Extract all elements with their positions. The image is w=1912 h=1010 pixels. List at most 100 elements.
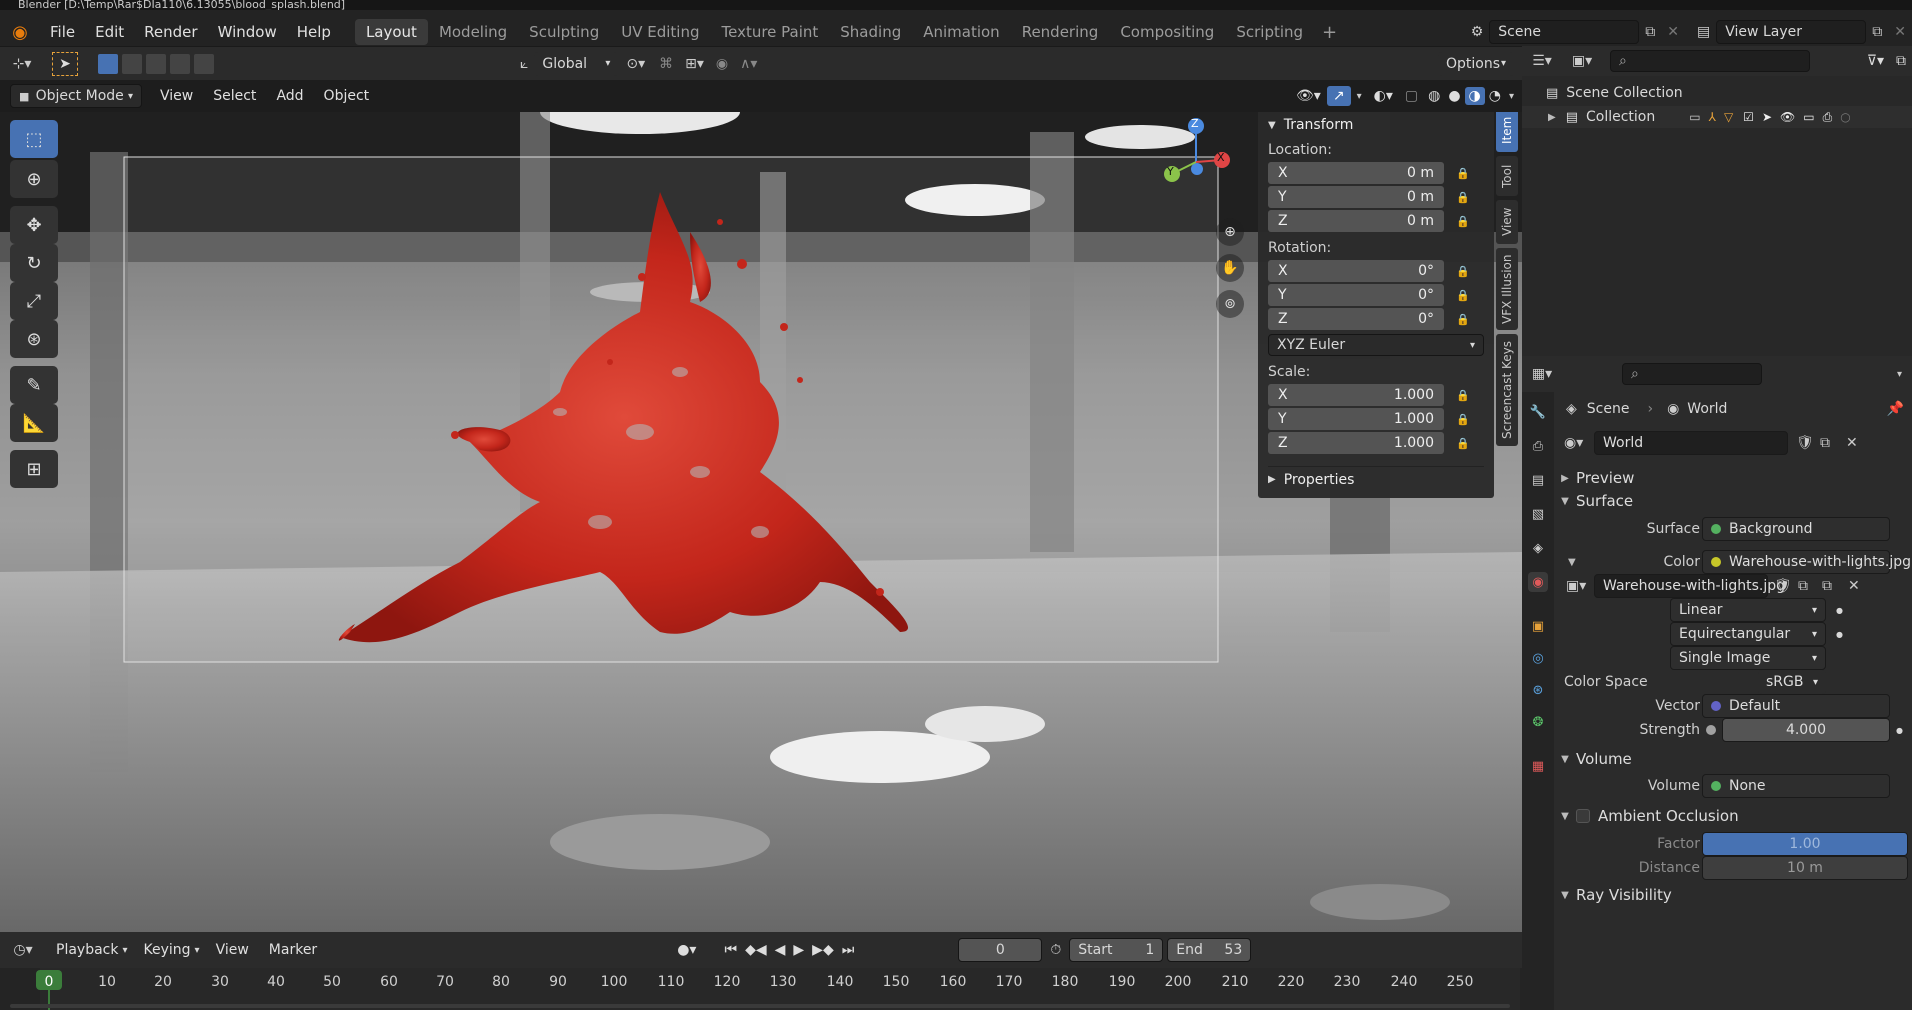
pivot-icon[interactable]: ⊙▾: [618, 56, 653, 72]
zoom-icon[interactable]: ⊕: [1216, 218, 1244, 246]
strength-field[interactable]: 4.000: [1722, 718, 1890, 742]
viewport-menu-select[interactable]: Select: [203, 88, 266, 104]
section-ambient-occlusion[interactable]: ▼ Ambient Occlusion: [1554, 803, 1912, 829]
proportional-edit-icon[interactable]: ◉: [710, 56, 734, 72]
display-mode-icon[interactable]: ▣▾: [1562, 53, 1602, 69]
fake-user-icon[interactable]: 🛡: [1774, 578, 1792, 594]
rotation-y-field[interactable]: Y 0°: [1268, 284, 1444, 306]
tool-tab-icon[interactable]: 🔧: [1528, 402, 1548, 422]
view-layer-selector[interactable]: View Layer: [1716, 20, 1867, 44]
tab-rendering[interactable]: Rendering: [1011, 19, 1110, 45]
properties-editor-icon[interactable]: ▦▾: [1522, 366, 1562, 382]
timeline-menu-view[interactable]: View: [206, 942, 259, 958]
vector-field[interactable]: Default: [1702, 694, 1890, 718]
transform-tool[interactable]: ⊛: [10, 320, 58, 358]
xray-icon[interactable]: ▢: [1399, 88, 1424, 104]
menu-help[interactable]: Help: [287, 23, 341, 41]
properties-panel-header[interactable]: ▶ Properties: [1268, 466, 1484, 488]
timeline[interactable]: 0 10 20 30 40 50 60 70 80 90 100 110 120…: [0, 968, 1522, 1010]
shading-wireframe-icon[interactable]: ◍: [1424, 88, 1444, 104]
ao-checkbox[interactable]: [1576, 809, 1590, 823]
world-tab-icon[interactable]: ◉: [1528, 572, 1548, 592]
duplicate-icon[interactable]: ⧉: [1820, 435, 1830, 451]
new-view-layer-icon[interactable]: ⧉: [1866, 24, 1888, 40]
outliner-row-collection[interactable]: ▶ ▤ Collection ▭ ⅄ ▽ ☑ ➤ 👁 ▭ ⎙ ○: [1522, 106, 1912, 128]
new-scene-icon[interactable]: ⧉: [1639, 24, 1661, 40]
surface-field[interactable]: Background: [1702, 517, 1890, 541]
viewport-menu-object[interactable]: Object: [314, 88, 380, 104]
select-mode-subtract-icon[interactable]: [146, 53, 166, 74]
volume-field[interactable]: None: [1702, 774, 1890, 798]
render-toggle-icon[interactable]: ⎙: [1823, 110, 1833, 125]
select-mode-intersect-icon[interactable]: [194, 53, 214, 74]
add-workspace-icon[interactable]: +: [1314, 22, 1345, 43]
lock-icon[interactable]: 🔒: [1456, 388, 1470, 402]
tab-item[interactable]: Item: [1496, 112, 1518, 152]
3d-viewport[interactable]: Z Y X ⊕ ✋ ⊚ ⬚ ⊕ ✥ ↻ ⤢ ⊛ ✎ 📐 ⊞ ▼ Transfor…: [0, 112, 1522, 932]
tab-modeling[interactable]: Modeling: [428, 19, 518, 45]
lock-icon[interactable]: 🔒: [1456, 264, 1470, 278]
source-dropdown[interactable]: Single Image ▾: [1670, 646, 1826, 670]
lock-icon[interactable]: 🔒: [1456, 412, 1470, 426]
timeline-menu-playback[interactable]: Playback: [46, 942, 128, 958]
tab-vfx-illusion[interactable]: VFX Illusion: [1496, 248, 1518, 330]
menu-render[interactable]: Render: [134, 23, 207, 41]
keyframe-dot-icon[interactable]: ●: [1836, 630, 1843, 639]
gizmo-dropdown-icon[interactable]: ▾: [1351, 91, 1368, 102]
tab-layout[interactable]: Layout: [354, 19, 428, 45]
tab-scripting[interactable]: Scripting: [1225, 19, 1314, 45]
world-browse-icon[interactable]: ◉▾: [1564, 435, 1583, 451]
unlink-icon[interactable]: ✕: [1848, 578, 1860, 594]
transform-orientation-dropdown[interactable]: Global ▾: [534, 51, 619, 76]
ao-distance-field[interactable]: 10 m: [1702, 856, 1908, 880]
select-mode-extend-icon[interactable]: [122, 53, 142, 74]
jump-keyframe-forward-icon[interactable]: ▶◆: [808, 942, 838, 958]
tab-sculpting[interactable]: Sculpting: [518, 19, 610, 45]
unlink-icon[interactable]: ✕: [1846, 435, 1858, 451]
view-layer-tab-icon[interactable]: ▧: [1528, 504, 1548, 524]
pan-hand-icon[interactable]: ✋: [1216, 254, 1244, 282]
visibility-icon[interactable]: 👁▾: [1290, 88, 1327, 104]
particles-tab-icon[interactable]: ⊛: [1528, 680, 1548, 700]
visibility-eye-icon[interactable]: 👁: [1780, 110, 1795, 124]
annotate-tool[interactable]: ✎: [10, 366, 58, 404]
include-checkbox-icon[interactable]: ☑: [1743, 110, 1754, 124]
rotation-z-field[interactable]: Z 0°: [1268, 308, 1444, 330]
lock-icon[interactable]: 🔒: [1456, 214, 1470, 228]
stopwatch-icon[interactable]: ⏱: [1042, 942, 1069, 958]
scene-tab-icon[interactable]: ◈: [1528, 538, 1548, 558]
blender-logo-icon[interactable]: ◉: [0, 22, 40, 43]
tab-uv-editing[interactable]: UV Editing: [610, 19, 710, 45]
measure-tool[interactable]: 📐: [10, 404, 58, 442]
keyframe-dot-icon[interactable]: ●: [1896, 726, 1903, 735]
location-x-field[interactable]: X 0 m: [1268, 162, 1444, 184]
scene-icon[interactable]: ⚙: [1465, 24, 1490, 40]
remove-view-layer-icon[interactable]: ✕: [1888, 24, 1912, 40]
select-tool-icon[interactable]: ➤: [52, 51, 78, 76]
shading-rendered-icon[interactable]: ◔: [1485, 88, 1505, 104]
snap-target-icon[interactable]: ⊞▾: [679, 56, 710, 72]
outliner-row-scene-collection[interactable]: ▤ Scene Collection: [1522, 82, 1912, 104]
location-z-field[interactable]: Z 0 m: [1268, 210, 1444, 232]
fake-user-icon[interactable]: 🛡: [1796, 435, 1814, 451]
object-mode-dropdown[interactable]: ■ Object Mode ▾: [10, 84, 142, 108]
options-dropdown[interactable]: Options ▾: [1438, 51, 1514, 76]
section-volume[interactable]: ▼ Volume: [1554, 746, 1912, 772]
timeline-editor-icon[interactable]: ◷▾: [0, 942, 46, 958]
outliner-editor-icon[interactable]: ☰▾: [1522, 53, 1562, 69]
menu-window[interactable]: Window: [208, 23, 287, 41]
tab-texture-paint[interactable]: Texture Paint: [710, 19, 829, 45]
overlays-icon[interactable]: ◐▾: [1368, 88, 1399, 104]
add-cube-tool[interactable]: ⊞: [10, 450, 58, 488]
new-collection-icon[interactable]: ⧉: [1890, 53, 1912, 69]
editor-type-icon[interactable]: ⊹▾: [0, 56, 44, 72]
render-tab-icon[interactable]: ⎙: [1528, 436, 1548, 456]
timeline-menu-marker[interactable]: Marker: [259, 942, 327, 958]
current-frame-field[interactable]: 0: [958, 938, 1043, 962]
timeline-menu-keying[interactable]: Keying: [134, 942, 201, 958]
expand-arrow-icon[interactable]: ▶: [1548, 112, 1556, 123]
remove-scene-icon[interactable]: ✕: [1661, 24, 1685, 40]
start-frame-field[interactable]: Start 1: [1069, 938, 1164, 962]
outliner-search-input[interactable]: ⌕: [1610, 50, 1810, 72]
physics-tab-icon[interactable]: ❂: [1528, 712, 1548, 732]
